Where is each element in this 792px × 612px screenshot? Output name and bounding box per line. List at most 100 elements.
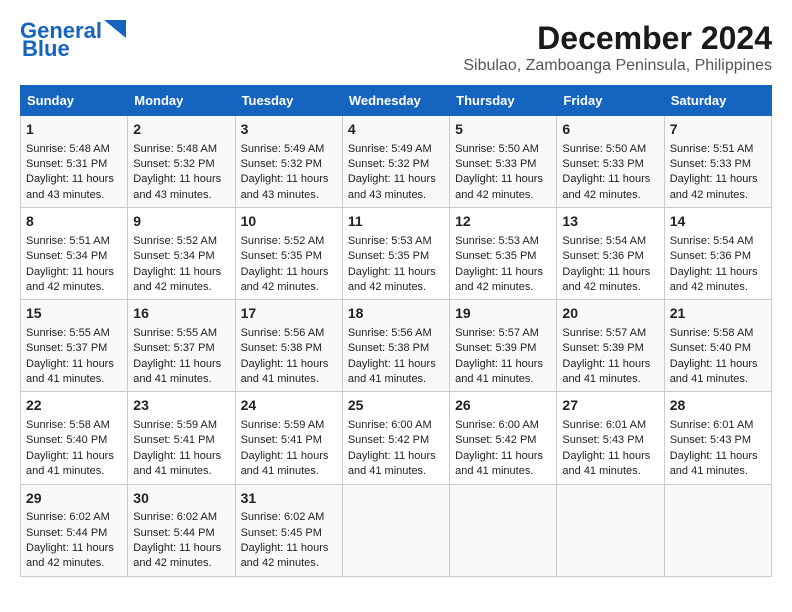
day-info: Sunrise: 6:02 AM: [241, 510, 337, 525]
day-info: Daylight: 11 hours: [133, 172, 229, 187]
day-info: and 42 minutes.: [455, 280, 551, 295]
day-number: 22: [26, 396, 122, 416]
day-info: Sunrise: 6:01 AM: [670, 418, 766, 433]
day-info: Sunset: 5:35 PM: [241, 249, 337, 264]
day-number: 26: [455, 396, 551, 416]
day-info: and 43 minutes.: [348, 188, 444, 203]
day-info: Sunrise: 6:00 AM: [455, 418, 551, 433]
day-info: Sunset: 5:32 PM: [348, 157, 444, 172]
calendar-cell: 3Sunrise: 5:49 AMSunset: 5:32 PMDaylight…: [235, 116, 342, 208]
day-info: and 41 minutes.: [562, 372, 658, 387]
day-info: Sunset: 5:43 PM: [670, 433, 766, 448]
calendar-cell: 24Sunrise: 5:59 AMSunset: 5:41 PMDayligh…: [235, 392, 342, 484]
day-info: Sunrise: 5:56 AM: [348, 326, 444, 341]
calendar-week-row: 8Sunrise: 5:51 AMSunset: 5:34 PMDaylight…: [21, 208, 772, 300]
calendar-cell: 29Sunrise: 6:02 AMSunset: 5:44 PMDayligh…: [21, 484, 128, 576]
day-info: Sunset: 5:41 PM: [241, 433, 337, 448]
day-number: 6: [562, 120, 658, 140]
day-info: Sunrise: 5:54 AM: [670, 234, 766, 249]
calendar-cell: 18Sunrise: 5:56 AMSunset: 5:38 PMDayligh…: [342, 300, 449, 392]
day-number: 17: [241, 304, 337, 324]
day-info: Daylight: 11 hours: [455, 172, 551, 187]
day-info: Sunset: 5:42 PM: [348, 433, 444, 448]
day-info: Sunrise: 5:57 AM: [455, 326, 551, 341]
day-info: Sunrise: 5:48 AM: [133, 142, 229, 157]
calendar-cell: 11Sunrise: 5:53 AMSunset: 5:35 PMDayligh…: [342, 208, 449, 300]
page-header: General Blue December 2024 Sibulao, Zamb…: [20, 20, 772, 75]
day-info: Daylight: 11 hours: [26, 265, 122, 280]
day-info: Sunrise: 5:53 AM: [455, 234, 551, 249]
day-info: and 41 minutes.: [455, 372, 551, 387]
col-header-sunday: Sunday: [21, 86, 128, 116]
col-header-thursday: Thursday: [450, 86, 557, 116]
day-info: Sunset: 5:35 PM: [348, 249, 444, 264]
calendar-cell: 26Sunrise: 6:00 AMSunset: 5:42 PMDayligh…: [450, 392, 557, 484]
day-info: Sunrise: 5:59 AM: [241, 418, 337, 433]
day-info: Sunrise: 5:58 AM: [26, 418, 122, 433]
day-info: and 43 minutes.: [241, 188, 337, 203]
calendar-subtitle: Sibulao, Zamboanga Peninsula, Philippine…: [463, 57, 772, 75]
day-info: and 41 minutes.: [133, 464, 229, 479]
day-info: Sunset: 5:45 PM: [241, 526, 337, 541]
day-info: Sunrise: 5:55 AM: [26, 326, 122, 341]
day-info: Sunrise: 5:59 AM: [133, 418, 229, 433]
day-info: Sunrise: 5:53 AM: [348, 234, 444, 249]
day-info: and 42 minutes.: [26, 556, 122, 571]
day-info: Daylight: 11 hours: [348, 265, 444, 280]
col-header-friday: Friday: [557, 86, 664, 116]
calendar-cell: [557, 484, 664, 576]
day-info: Sunrise: 5:56 AM: [241, 326, 337, 341]
day-number: 13: [562, 212, 658, 232]
calendar-week-row: 22Sunrise: 5:58 AMSunset: 5:40 PMDayligh…: [21, 392, 772, 484]
calendar-cell: 6Sunrise: 5:50 AMSunset: 5:33 PMDaylight…: [557, 116, 664, 208]
day-info: and 41 minutes.: [241, 372, 337, 387]
day-info: Daylight: 11 hours: [455, 265, 551, 280]
day-info: and 41 minutes.: [348, 464, 444, 479]
calendar-cell: 1Sunrise: 5:48 AMSunset: 5:31 PMDaylight…: [21, 116, 128, 208]
day-info: Sunset: 5:37 PM: [26, 341, 122, 356]
day-info: and 42 minutes.: [241, 280, 337, 295]
day-info: Sunrise: 5:55 AM: [133, 326, 229, 341]
day-number: 31: [241, 489, 337, 509]
day-info: and 43 minutes.: [26, 188, 122, 203]
day-number: 4: [348, 120, 444, 140]
day-number: 28: [670, 396, 766, 416]
day-number: 5: [455, 120, 551, 140]
day-info: Daylight: 11 hours: [455, 449, 551, 464]
calendar-title: December 2024: [463, 20, 772, 57]
day-info: and 42 minutes.: [241, 556, 337, 571]
day-info: Sunset: 5:39 PM: [562, 341, 658, 356]
calendar-cell: 20Sunrise: 5:57 AMSunset: 5:39 PMDayligh…: [557, 300, 664, 392]
day-info: and 41 minutes.: [133, 372, 229, 387]
day-info: Sunset: 5:32 PM: [133, 157, 229, 172]
day-info: Sunrise: 5:54 AM: [562, 234, 658, 249]
day-info: Daylight: 11 hours: [241, 449, 337, 464]
day-info: Sunset: 5:33 PM: [455, 157, 551, 172]
day-info: Sunrise: 5:57 AM: [562, 326, 658, 341]
title-block: December 2024 Sibulao, Zamboanga Peninsu…: [463, 20, 772, 75]
calendar-week-row: 1Sunrise: 5:48 AMSunset: 5:31 PMDaylight…: [21, 116, 772, 208]
day-info: Sunset: 5:35 PM: [455, 249, 551, 264]
calendar-week-row: 29Sunrise: 6:02 AMSunset: 5:44 PMDayligh…: [21, 484, 772, 576]
day-number: 19: [455, 304, 551, 324]
day-info: Sunrise: 5:49 AM: [241, 142, 337, 157]
day-info: Sunset: 5:44 PM: [133, 526, 229, 541]
day-info: Daylight: 11 hours: [455, 357, 551, 372]
day-info: Daylight: 11 hours: [133, 541, 229, 556]
day-number: 18: [348, 304, 444, 324]
day-info: and 41 minutes.: [26, 464, 122, 479]
calendar-cell: 8Sunrise: 5:51 AMSunset: 5:34 PMDaylight…: [21, 208, 128, 300]
day-info: and 41 minutes.: [562, 464, 658, 479]
day-info: Daylight: 11 hours: [241, 172, 337, 187]
day-info: Daylight: 11 hours: [670, 357, 766, 372]
day-info: and 41 minutes.: [455, 464, 551, 479]
day-info: Sunset: 5:36 PM: [562, 249, 658, 264]
day-info: and 41 minutes.: [241, 464, 337, 479]
col-header-monday: Monday: [128, 86, 235, 116]
calendar-cell: [664, 484, 771, 576]
day-number: 2: [133, 120, 229, 140]
day-info: and 42 minutes.: [133, 280, 229, 295]
day-number: 30: [133, 489, 229, 509]
day-number: 16: [133, 304, 229, 324]
calendar-table: SundayMondayTuesdayWednesdayThursdayFrid…: [20, 85, 772, 577]
